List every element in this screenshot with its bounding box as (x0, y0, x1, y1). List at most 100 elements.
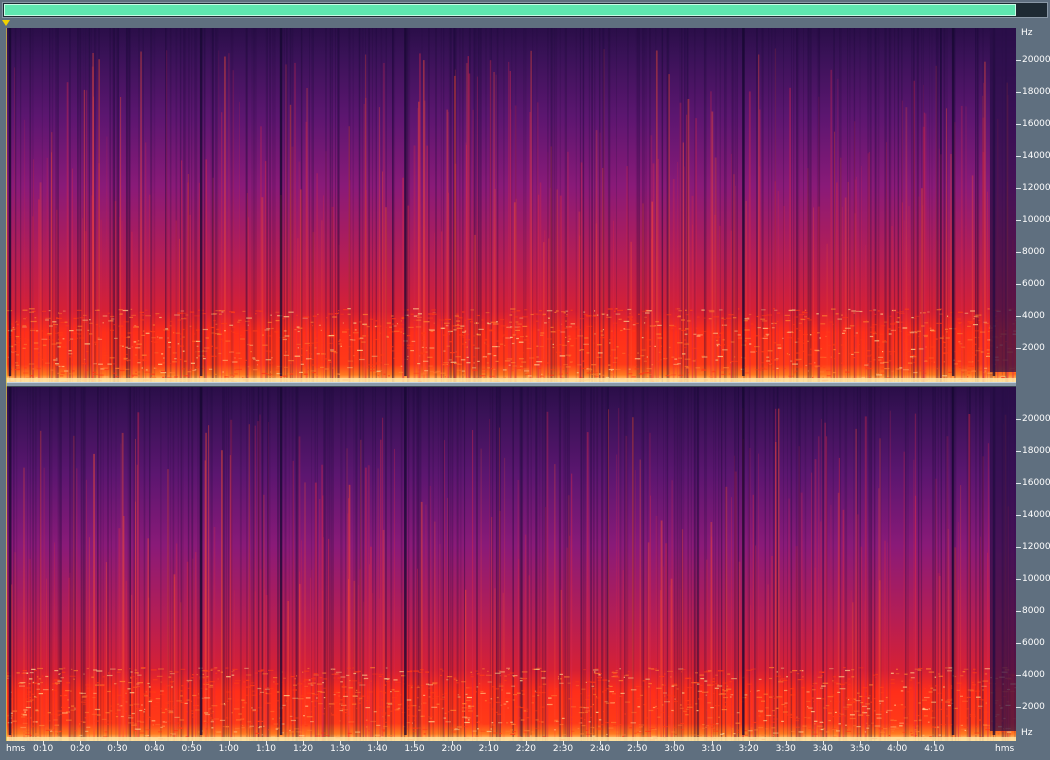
energy-speckle (910, 734, 914, 736)
spectral-streak (824, 422, 826, 741)
spectral-streak (184, 28, 187, 382)
energy-speckle (957, 333, 963, 335)
energy-speckle (232, 668, 238, 670)
energy-speckle (761, 320, 768, 322)
energy-speckle (614, 676, 620, 678)
energy-speckle (886, 351, 892, 353)
energy-speckle (367, 695, 369, 697)
energy-speckle (451, 731, 456, 733)
energy-speckle (811, 697, 815, 699)
energy-speckle (374, 734, 381, 736)
energy-speckle (306, 716, 313, 718)
spectral-streak (375, 28, 377, 382)
spectrogram-channel-left[interactable] (6, 28, 1016, 382)
energy-speckle (478, 702, 480, 704)
spectral-streak (50, 387, 53, 741)
energy-speckle (869, 684, 873, 686)
energy-speckle (701, 368, 705, 370)
energy-speckle (608, 727, 614, 729)
overview-scrollbar-thumb[interactable] (4, 4, 1016, 16)
spectral-streak (940, 387, 942, 741)
energy-speckle (413, 308, 419, 310)
energy-speckle (205, 337, 209, 339)
energy-speckle (127, 688, 131, 690)
energy-speckle (730, 713, 735, 715)
energy-speckle (472, 367, 477, 369)
energy-speckle (547, 338, 552, 340)
energy-speckle (958, 349, 963, 351)
energy-speckle (114, 683, 117, 685)
energy-speckle (655, 707, 660, 709)
energy-speckle (848, 699, 850, 701)
energy-speckle (233, 731, 238, 733)
energy-speckle (564, 676, 570, 678)
spectral-streak (246, 28, 248, 382)
energy-speckle (523, 339, 529, 341)
energy-speckle (541, 373, 543, 375)
spectrogram-channel-right[interactable] (6, 387, 1016, 741)
energy-speckle (365, 367, 369, 369)
spectral-streak (795, 387, 797, 741)
energy-speckle (570, 323, 576, 325)
energy-speckle (614, 308, 618, 310)
spectral-streak (288, 387, 290, 741)
spectral-streak (630, 241, 632, 382)
energy-speckle (340, 676, 346, 678)
energy-speckle (16, 341, 20, 344)
energy-speckle (355, 691, 361, 693)
energy-speckle (891, 725, 893, 727)
energy-speckle (513, 327, 516, 329)
spectral-streak (734, 387, 736, 741)
energy-speckle (536, 667, 542, 669)
energy-speckle (29, 699, 33, 701)
energy-speckle (946, 341, 948, 343)
energy-speckle (523, 368, 529, 370)
energy-speckle (276, 700, 280, 702)
time-axis[interactable]: hms hms 0:10 0:20 0:30 0:40 0:50 1:00 1:10 1:20… (0, 741, 1050, 760)
spectral-streak (544, 387, 546, 741)
energy-speckle (585, 698, 591, 700)
energy-speckle (456, 363, 460, 365)
energy-speckle (794, 316, 799, 318)
energy-speckle (678, 310, 682, 312)
energy-speckle (219, 313, 222, 315)
energy-speckle (456, 726, 462, 728)
energy-speckle (217, 670, 220, 672)
energy-speckle (270, 371, 272, 373)
energy-speckle (598, 674, 601, 676)
spectral-streak (832, 387, 834, 741)
spectral-streak (502, 592, 504, 741)
energy-speckle (151, 376, 157, 378)
energy-speckle (162, 362, 165, 364)
energy-speckle (594, 375, 599, 378)
spectral-streak (512, 387, 514, 741)
energy-speckle (274, 683, 279, 685)
energy-speckle (116, 671, 121, 673)
energy-speckle (615, 313, 621, 315)
energy-speckle (717, 670, 724, 672)
energy-speckle (358, 699, 361, 701)
spectral-streak (566, 547, 569, 741)
spectral-streak (82, 28, 84, 382)
energy-speckle (32, 368, 34, 370)
spectral-streak (854, 28, 855, 382)
energy-speckle (777, 345, 784, 347)
energy-speckle (675, 366, 677, 368)
energy-speckle (140, 721, 145, 723)
energy-speckle (58, 668, 63, 670)
energy-speckle (473, 362, 475, 364)
energy-speckle (983, 372, 986, 374)
energy-speckle (600, 330, 603, 332)
spectral-streak (362, 387, 364, 741)
playhead-marker-icon[interactable] (2, 20, 10, 26)
energy-speckle (270, 314, 272, 316)
energy-speckle (607, 680, 610, 682)
energy-speckle (177, 343, 180, 345)
energy-speckle (205, 703, 207, 705)
energy-speckle (803, 339, 805, 342)
energy-speckle (283, 677, 286, 679)
energy-speckle (250, 351, 252, 353)
energy-speckle (703, 317, 706, 319)
energy-speckle (924, 688, 926, 690)
frequency-tick (1016, 483, 1021, 484)
